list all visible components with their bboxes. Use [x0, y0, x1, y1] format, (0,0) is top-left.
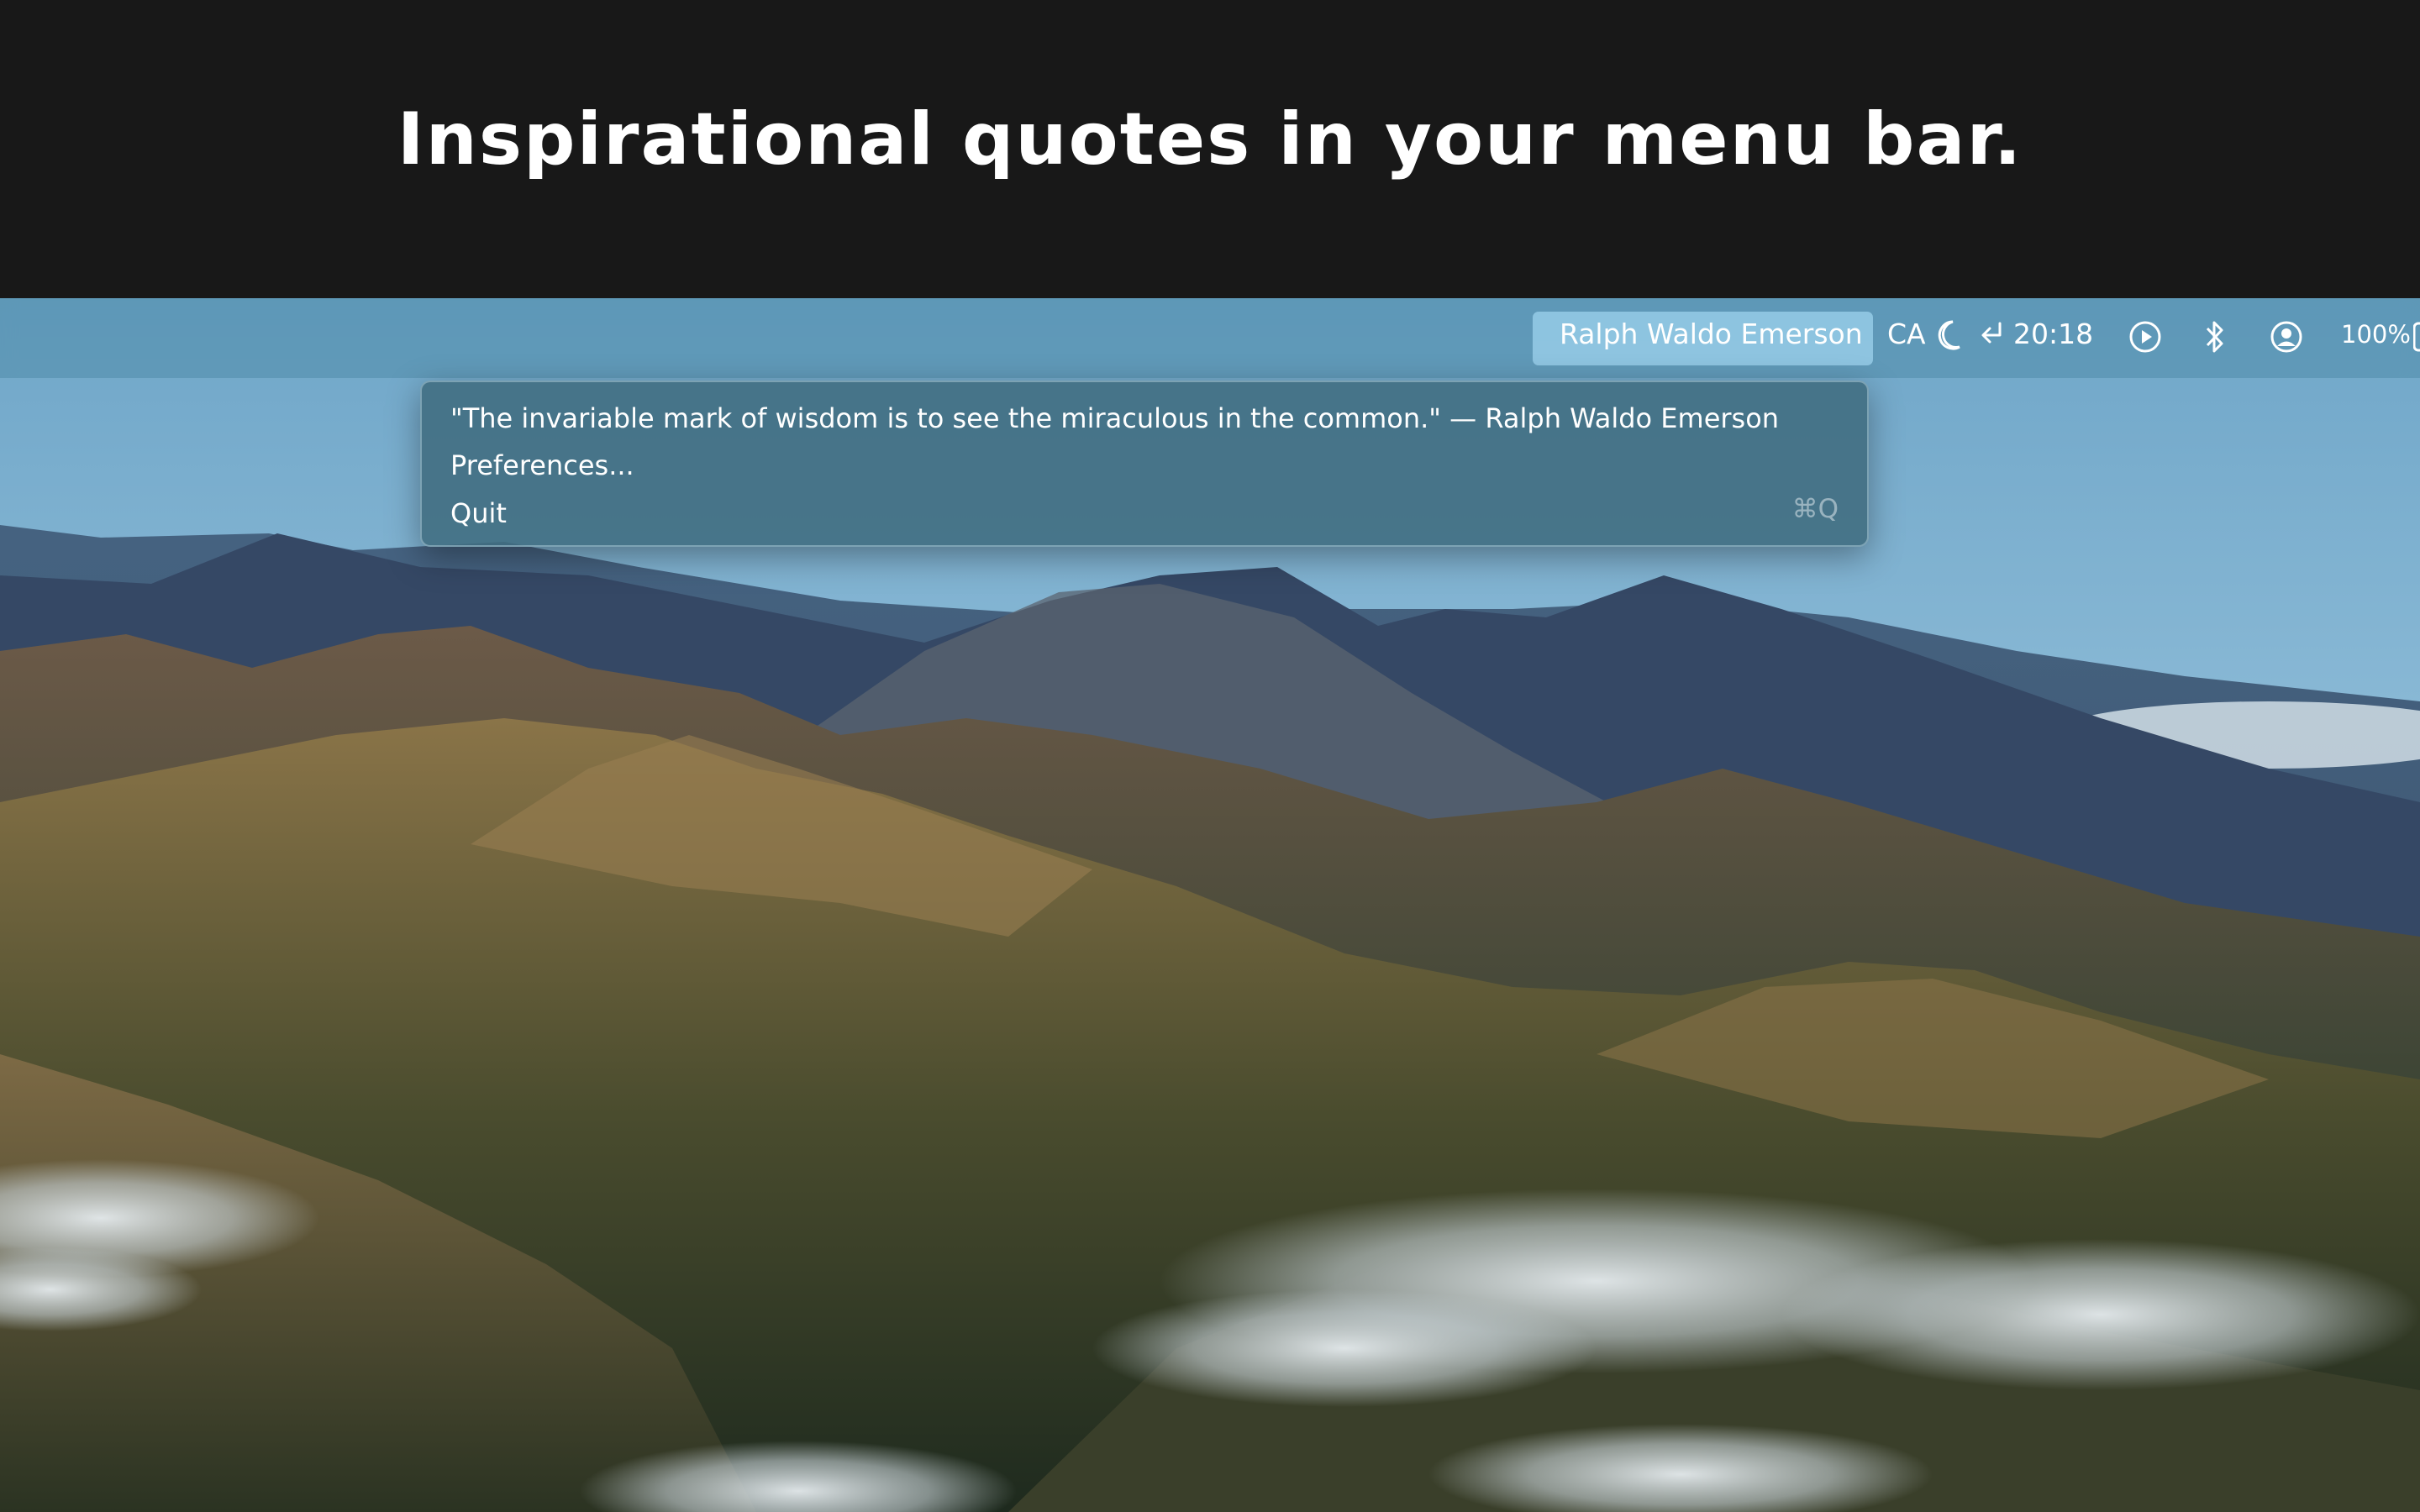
quit-shortcut: ⌘Q — [1791, 494, 1839, 524]
battery-percent-label[interactable]: 100% — [2341, 320, 2411, 349]
quote-dropdown-menu: "The invariable mark of wisdom is to see… — [420, 381, 1869, 547]
moon-icon[interactable] — [1934, 318, 1963, 355]
menu-item-preferences[interactable]: Preferences... — [450, 449, 634, 481]
promo-banner: Inspirational quotes in your menu bar. — [0, 0, 2420, 298]
return-arrow-icon[interactable] — [1980, 320, 2005, 354]
headline: Inspirational quotes in your menu bar. — [397, 97, 2023, 181]
desktop: Ralph Waldo Emerson CA 20:18 100% "The i… — [0, 298, 2420, 1512]
user-account-icon[interactable] — [2270, 320, 2303, 357]
bluetooth-icon[interactable] — [2203, 318, 2227, 359]
clock-label[interactable]: 20:18 — [2013, 318, 2093, 350]
menu-item-quit[interactable]: Quit — [450, 497, 507, 529]
input-source-label[interactable]: CA — [1887, 318, 1926, 350]
battery-icon[interactable] — [2412, 322, 2420, 355]
play-circle-icon[interactable] — [2128, 320, 2162, 357]
quote-author-label[interactable]: Ralph Waldo Emerson — [1560, 318, 1863, 350]
menu-item-quote[interactable]: "The invariable mark of wisdom is to see… — [450, 402, 1779, 434]
menu-bar: Ralph Waldo Emerson CA 20:18 100% — [0, 298, 2420, 378]
